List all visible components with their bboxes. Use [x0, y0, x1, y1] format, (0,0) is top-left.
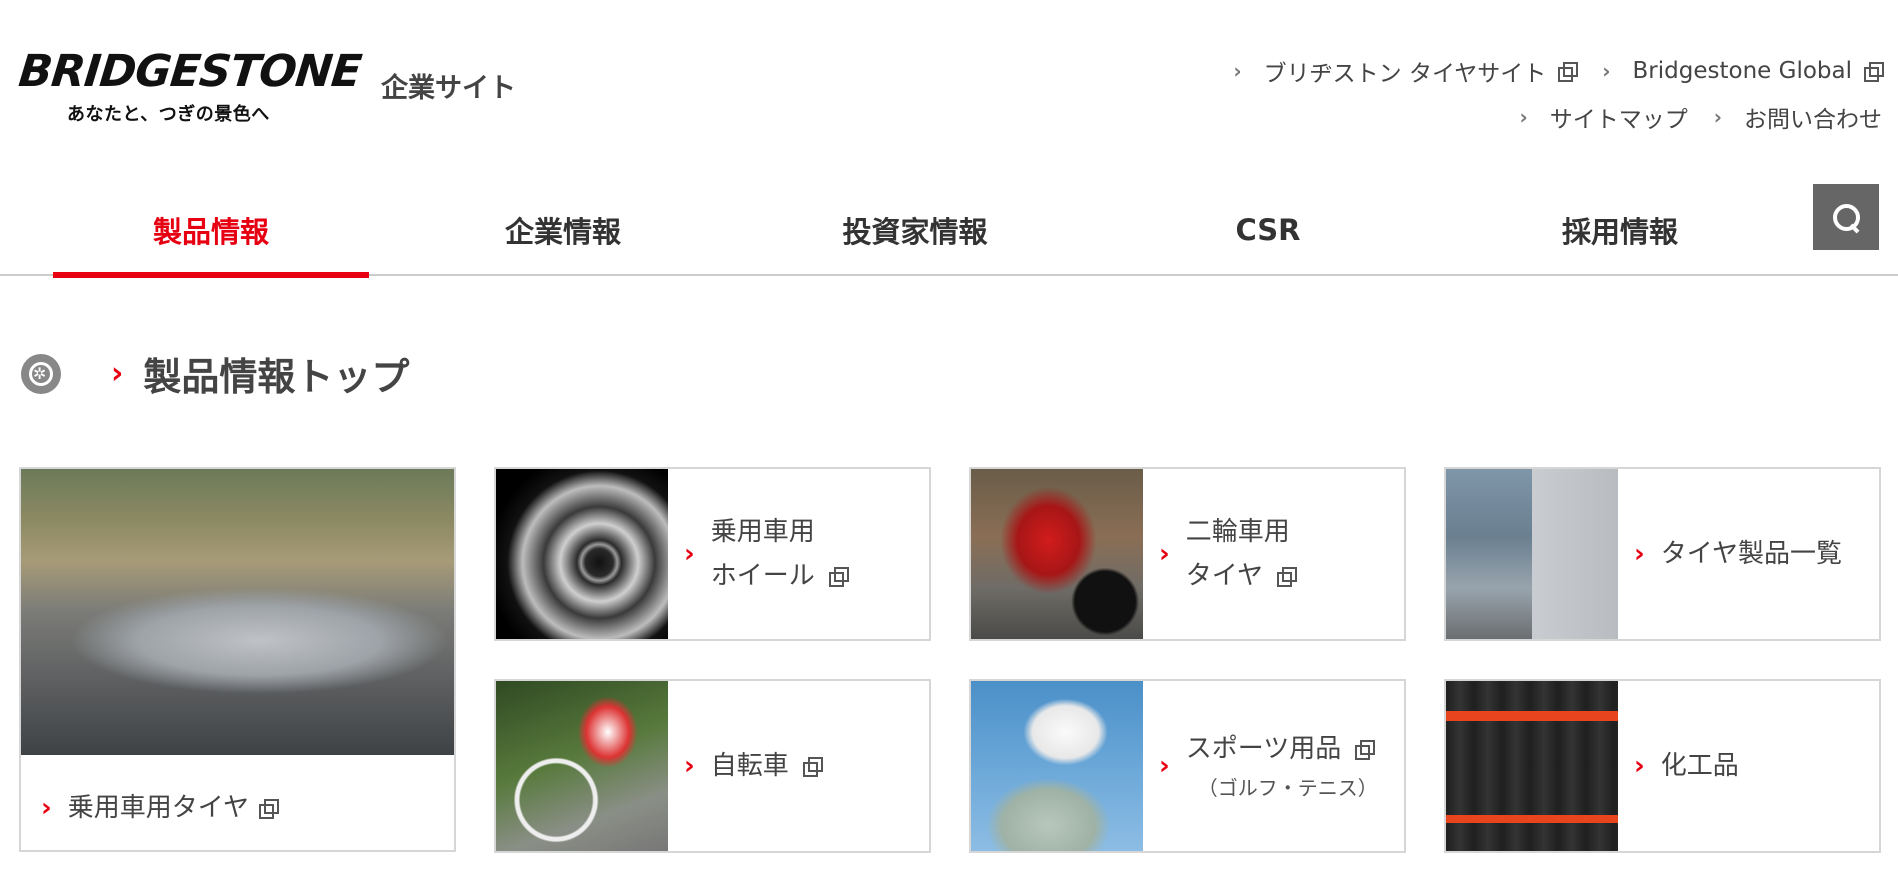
chevron-right-icon: ›: [1602, 59, 1611, 83]
card-tire-products-list[interactable]: › タイヤ製品一覧: [1444, 467, 1881, 641]
site-label: 企業サイト: [381, 73, 516, 104]
nav-item-recruit[interactable]: 採用情報: [1462, 184, 1778, 276]
card-bicycle[interactable]: › 自転車: [494, 679, 931, 853]
util-link-contact[interactable]: › お問い合わせ: [1714, 100, 1882, 134]
util-link-label: お問い合わせ: [1744, 107, 1882, 133]
global-nav: 製品情報 企業情報 投資家情報 CSR 採用情報: [0, 184, 1898, 278]
bridgestone-logo[interactable]: BRIDGESTONE あなたと、つぎの景色へ: [16, 46, 364, 126]
car-photo: [21, 469, 454, 755]
nav-item-corporate[interactable]: 企業情報: [405, 184, 721, 276]
nav-item-investors[interactable]: 投資家情報: [757, 184, 1073, 276]
tire-icon: [21, 353, 61, 394]
card-passenger-tires[interactable]: › 乗用車用タイヤ: [19, 467, 456, 852]
chevron-right-icon: ›: [111, 356, 124, 391]
nav-item-csr[interactable]: CSR: [1110, 184, 1426, 276]
page-title: 製品情報トップ: [143, 355, 410, 399]
motorcycle-photo: [971, 469, 1143, 639]
util-link-label: ブリヂストン タイヤサイト: [1263, 61, 1547, 87]
external-link-icon: [802, 757, 823, 777]
search-icon: [1831, 202, 1861, 232]
card-label-line1: 乗用車用: [710, 517, 815, 547]
chevron-right-icon: ›: [1713, 105, 1722, 129]
golf-photo: [971, 681, 1143, 851]
card-sublabel: （ゴルフ・テニス）: [1197, 776, 1378, 800]
breadcrumb: › 製品情報トップ: [21, 346, 409, 401]
card-motorcycle-tires[interactable]: › 二輪車用 タイヤ: [969, 467, 1406, 641]
chevron-right-icon: ›: [1233, 59, 1242, 83]
external-link-icon: [258, 799, 279, 819]
chevron-right-icon: ›: [684, 751, 695, 781]
logo-tagline: あなたと、つぎの景色へ: [67, 104, 270, 125]
util-link-label: Bridgestone Global: [1632, 58, 1852, 84]
card-wheels[interactable]: › 乗用車用 ホイール: [494, 467, 931, 641]
chevron-right-icon: ›: [1159, 751, 1170, 781]
card-label: 自転車: [710, 751, 789, 781]
external-link-icon: [1355, 740, 1376, 760]
logo-wordmark: BRIDGESTONE: [16, 46, 364, 97]
util-link-sitemap[interactable]: › サイトマップ: [1520, 100, 1688, 134]
external-link-icon: [1276, 567, 1297, 587]
wheel-photo: [496, 469, 668, 639]
chevron-right-icon: ›: [1634, 751, 1645, 781]
util-link-tire-site[interactable]: › ブリヂストン タイヤサイト: [1233, 54, 1579, 88]
card-label: タイヤ製品一覧: [1660, 539, 1842, 569]
truck-photo: [1446, 469, 1618, 639]
card-label-line1: 二輪車用: [1185, 517, 1290, 547]
chevron-right-icon: ›: [684, 539, 695, 569]
chevron-right-icon: ›: [1634, 539, 1645, 569]
card-label: 化工品: [1660, 751, 1739, 781]
chevron-right-icon: ›: [1519, 105, 1528, 129]
bicycle-photo: [496, 681, 668, 851]
card-sports-goods[interactable]: › スポーツ用品 （ゴルフ・テニス）: [969, 679, 1406, 853]
card-chemical-products[interactable]: › 化工品: [1444, 679, 1881, 853]
utility-links: › ブリヂストン タイヤサイト › Bridgestone Global › サ…: [1233, 54, 1884, 146]
external-link-icon: [1864, 62, 1884, 82]
card-label: 乗用車用タイヤ: [67, 793, 249, 823]
external-link-icon: [1558, 62, 1579, 82]
card-label-line2: ホイール: [710, 561, 815, 591]
card-label: スポーツ用品: [1185, 734, 1342, 764]
util-link-global[interactable]: › Bridgestone Global: [1602, 54, 1884, 88]
chemical-products-photo: [1446, 681, 1618, 851]
external-link-icon: [828, 567, 849, 587]
chevron-right-icon: ›: [1159, 539, 1170, 569]
util-link-label: サイトマップ: [1549, 107, 1688, 133]
nav-item-products[interactable]: 製品情報: [53, 184, 369, 278]
search-button[interactable]: [1813, 184, 1879, 250]
chevron-right-icon: ›: [41, 793, 52, 823]
card-label-line2: タイヤ: [1185, 561, 1263, 591]
